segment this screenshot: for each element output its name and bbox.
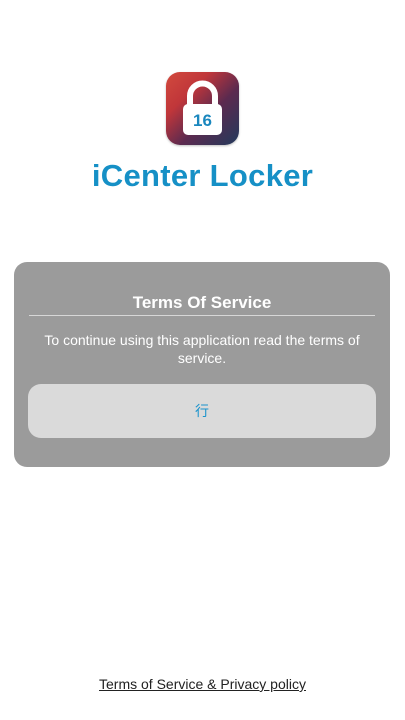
- accept-button[interactable]: 行: [28, 384, 376, 438]
- terms-privacy-link[interactable]: Terms of Service & Privacy policy: [99, 676, 306, 692]
- footer: Terms of Service & Privacy policy: [0, 676, 405, 694]
- app-title: iCenter Locker: [91, 158, 314, 193]
- icon-badge-number: 16: [193, 111, 212, 130]
- terms-dialog: Terms Of Service To continue using this …: [14, 262, 390, 467]
- app-logo-icon: 16: [166, 72, 239, 145]
- dialog-divider: [29, 315, 375, 316]
- dialog-message: To continue using this application read …: [44, 332, 360, 366]
- padlock-icon: 16: [183, 80, 222, 135]
- dialog-title: Terms Of Service: [132, 293, 272, 312]
